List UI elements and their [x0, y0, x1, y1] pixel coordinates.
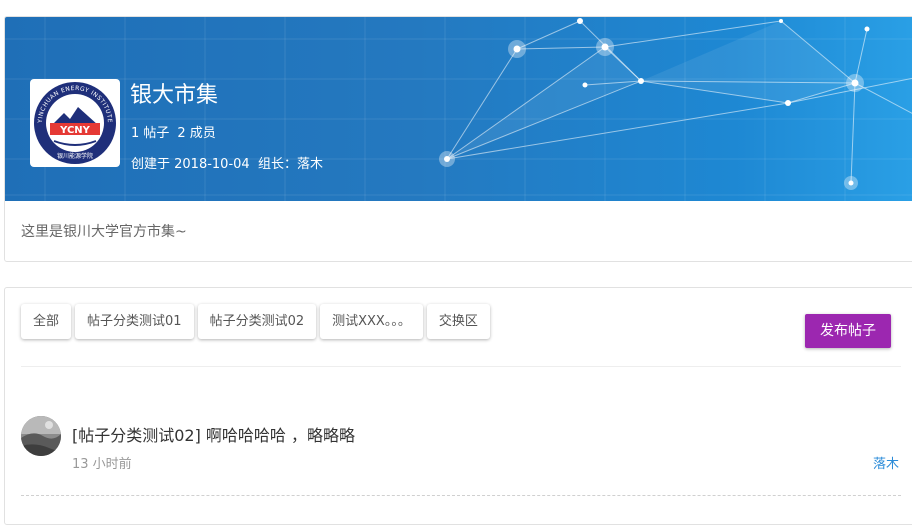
tab-category-test-02[interactable]: 帖子分类测试02 — [197, 304, 317, 339]
post-time: 13 小时前 — [72, 457, 132, 472]
group-banner: YINCHUAN ENERGY INSTITUTE YCNY 银川能源学院 银大… — [5, 17, 912, 201]
divider — [21, 366, 901, 367]
group-stats: 1 帖子 2 成员 — [131, 122, 224, 141]
group-description: 这里是银川大学官方市集~ — [21, 224, 187, 240]
tab-category-test-01[interactable]: 帖子分类测试01 — [75, 304, 194, 339]
logo-text: YCNY — [59, 125, 91, 136]
post-title[interactable]: [帖子分类测试02] 啊哈哈哈哈 ，略略略 — [72, 422, 355, 446]
tab-all[interactable]: 全部 — [21, 304, 72, 339]
tab-test-xxx[interactable]: 测试XXX。。。 — [320, 304, 423, 339]
list-item: [帖子分类测试02] 啊哈哈哈哈 ，略略略 13 小时前 落木 — [21, 404, 901, 496]
group-card: YINCHUAN ENERGY INSTITUTE YCNY 银川能源学院 银大… — [4, 16, 912, 262]
group-meta: 创建于 2018-10-04 组长：落木 — [131, 153, 323, 172]
logo-bottom-text: 银川能源学院 — [57, 152, 93, 160]
member-count: 2 成员 — [177, 126, 216, 141]
post-author-link[interactable]: 落木 — [873, 453, 899, 472]
group-name: 银大市集 — [130, 83, 219, 108]
posts-card: 全部 帖子分类测试01 帖子分类测试02 测试XXX。。。 交换区 发布帖子 [… — [4, 287, 912, 525]
publish-post-button[interactable]: 发布帖子 — [805, 314, 891, 348]
network-decoration — [5, 17, 912, 201]
tab-exchange[interactable]: 交换区 — [426, 304, 490, 339]
group-logo: YINCHUAN ENERGY INSTITUTE YCNY 银川能源学院 — [30, 79, 120, 167]
avatar[interactable] — [21, 416, 61, 456]
created-date: 创建于 2018-10-04 — [131, 157, 250, 172]
group-leader: 组长：落木 — [257, 157, 323, 172]
category-tabs: 全部 帖子分类测试01 帖子分类测试02 测试XXX。。。 交换区 — [21, 304, 490, 339]
post-count: 1 帖子 — [131, 126, 170, 141]
